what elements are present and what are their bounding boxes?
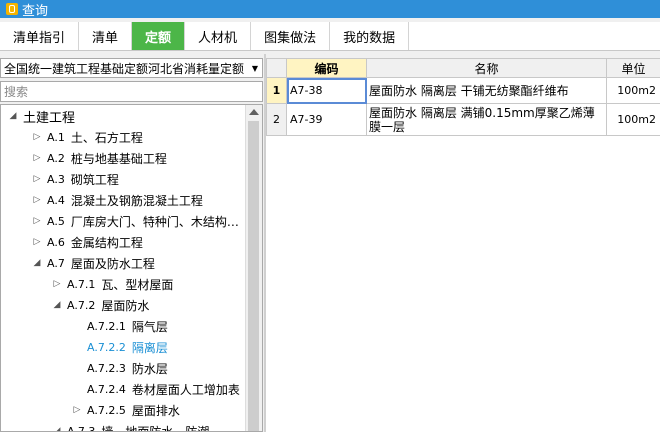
triangle-down-icon[interactable]: ◢: [51, 300, 63, 310]
tree-item-label: 厂库房大门、特种门、木结构…: [70, 214, 239, 229]
tree-item[interactable]: ◢ 土建工程: [7, 106, 75, 126]
tree-item-label: 桩与地基基础工程: [70, 151, 167, 166]
tree-item[interactable]: ▷ A.2 桩与地基基础工程: [31, 148, 167, 168]
tree-item-label: 混凝土及钢筋混凝土工程: [70, 193, 203, 208]
tree-item-label: 卷材屋面人工增加表: [131, 382, 240, 397]
search-input[interactable]: [0, 81, 263, 102]
tree-item-code: A.3: [47, 172, 65, 186]
unit-cell[interactable]: 100m2: [606, 77, 660, 104]
tree-item-label: 金属结构工程: [70, 235, 143, 250]
tree-item[interactable]: ▷ A.3 砌筑工程: [31, 169, 119, 189]
row-number-header: [266, 58, 287, 78]
triangle-right-icon[interactable]: ▷: [31, 216, 43, 226]
row-number: 2: [266, 103, 287, 136]
tree-item-code: A.7.2.4: [87, 382, 126, 396]
left-panel: 全国统一建筑工程基础定额河北省消耗量定额 ▼ ◢ 土建工程 ▷ A.1 土、石方工程 ▷ A…: [0, 54, 264, 432]
tree-item[interactable]: ▷ A.4 混凝土及钢筋混凝土工程: [31, 190, 203, 210]
triangle-down-icon[interactable]: ◢: [7, 111, 19, 121]
row-number: 1: [266, 77, 287, 104]
triangle-right-icon[interactable]: ▷: [51, 279, 63, 289]
tree-item-code: A.1: [47, 130, 65, 144]
tree-item-code: A.7.2.5: [87, 403, 126, 417]
tab-label: 定额: [145, 30, 172, 46]
tree-item[interactable]: A.7.2.4 卷材屋面人工增加表: [71, 379, 240, 399]
tree-item[interactable]: ▷ A.1 土、石方工程: [31, 127, 143, 147]
triangle-right-icon[interactable]: ▷: [31, 153, 43, 163]
triangle-right-icon[interactable]: ▷: [31, 174, 43, 184]
tree-item-label: 土建工程: [23, 110, 76, 126]
table-row[interactable]: 1 A7-38 屋面防水 隔离层 干铺无纺聚酯纤维布 100m2: [266, 77, 660, 104]
triangle-down-icon[interactable]: ◢: [31, 258, 43, 268]
quota-grid: 编码 名称 单位 1 A7-38 屋面防水 隔离层 干铺无纺聚酯纤维布 100m…: [266, 58, 660, 432]
tree-item-label: 屋面排水: [131, 403, 180, 418]
tree-scrollbar[interactable]: [245, 105, 262, 431]
tree-item[interactable]: ◢ A.7 屋面及防水工程: [31, 253, 155, 273]
tree-item[interactable]: A.7.2.2 隔离层: [71, 337, 168, 357]
quota-library-select[interactable]: 全国统一建筑工程基础定额河北省消耗量定额 ▼: [0, 58, 263, 78]
unit-cell[interactable]: 100m2: [606, 103, 660, 136]
name-cell[interactable]: 屋面防水 隔离层 干铺无纺聚酯纤维布: [366, 77, 607, 104]
tab-label: 清单指引: [13, 30, 66, 46]
name-column-header[interactable]: 名称: [366, 58, 607, 78]
tree-item-label: 瓦、型材屋面: [101, 277, 174, 292]
tree-item-label: 屋面及防水工程: [70, 256, 155, 271]
tree-item-code: A.7: [47, 256, 65, 270]
tree-item-code: A.4: [47, 193, 65, 207]
tab-qingdan-zhiyin[interactable]: 清单指引: [0, 22, 80, 50]
tree-item-label: 屋面防水: [101, 298, 150, 313]
tab-label: 人材机: [198, 30, 238, 46]
tab-label: 图集做法: [264, 30, 317, 46]
triangle-down-icon[interactable]: ◢: [51, 426, 63, 431]
tree-item[interactable]: ▷ A.5 厂库房大门、特种门、木结构…: [31, 211, 239, 231]
tab-bar: 清单指引 清单 定额 人材机 图集做法 我的数据: [0, 22, 660, 51]
table-row[interactable]: 2 A7-39 屋面防水 隔离层 满铺0.15mm厚聚乙烯薄膜一层 100m2: [266, 103, 660, 136]
tree-item-label: 隔离层: [131, 340, 168, 355]
tree-item[interactable]: ◢ A.7.2 屋面防水: [51, 295, 150, 315]
quota-library-value: 全国统一建筑工程基础定额河北省消耗量定额: [4, 61, 245, 76]
chapter-tree: ◢ 土建工程 ▷ A.1 土、石方工程 ▷ A.2 桩与地基基础工程 ▷ A.3 砌筑工程 ▷ A.4 混…: [0, 104, 263, 432]
unit-column-header[interactable]: 单位: [606, 58, 660, 78]
tree-item-label: 墙、地面防水、防潮: [101, 424, 210, 432]
code-cell[interactable]: A7-39: [286, 103, 367, 136]
name-cell[interactable]: 屋面防水 隔离层 满铺0.15mm厚聚乙烯薄膜一层: [366, 103, 607, 136]
tree-item-label: 隔气层: [131, 319, 168, 334]
tree-item[interactable]: ▷ A.7.2.5 屋面排水: [71, 400, 180, 420]
tree-item-code: A.5: [47, 214, 65, 228]
tree-item-code: A.7.2.2: [87, 340, 126, 354]
tree-item-code: A.7.2.1: [87, 319, 126, 333]
tree-item-code: A.7.2: [67, 298, 96, 312]
tab-label: 我的数据: [343, 30, 396, 46]
tab-label: 清单: [92, 30, 119, 46]
tree-item-code: A.7.1: [67, 277, 96, 291]
code-cell[interactable]: A7-38: [286, 77, 367, 104]
tree-item-label: 砌筑工程: [70, 172, 119, 187]
tree-item[interactable]: ▷ A.6 金属结构工程: [31, 232, 143, 252]
tree-item[interactable]: ▷ A.7.1 瓦、型材屋面: [51, 274, 174, 294]
tree-item-code: A.7.3: [67, 424, 96, 432]
search-app-icon: [6, 3, 18, 15]
window-title: 查询: [22, 3, 49, 19]
scrollbar-thumb[interactable]: [248, 121, 259, 431]
tree-item[interactable]: ◢ A.7.3 墙、地面防水、防潮: [51, 421, 210, 432]
code-column-header[interactable]: 编码: [286, 58, 367, 78]
window-titlebar: 查询: [0, 0, 660, 19]
triangle-right-icon[interactable]: ▷: [31, 132, 43, 142]
tab-tuji-zuofa[interactable]: 图集做法: [251, 22, 331, 50]
tree-item[interactable]: A.7.2.3 防水层: [71, 358, 168, 378]
tree-item-code: A.2: [47, 151, 65, 165]
triangle-right-icon[interactable]: ▷: [71, 405, 83, 415]
tree-item-label: 防水层: [131, 361, 168, 376]
tab-dinge[interactable]: 定额: [132, 22, 186, 50]
tab-wode-shuju[interactable]: 我的数据: [330, 22, 410, 50]
tree-item-code: A.7.2.3: [87, 361, 126, 375]
scroll-up-arrow-icon[interactable]: [249, 109, 259, 115]
tree-item-label: 土、石方工程: [70, 130, 143, 145]
tree-item[interactable]: A.7.2.1 隔气层: [71, 316, 168, 336]
tab-qingdan[interactable]: 清单: [79, 22, 133, 50]
tree-item-code: A.6: [47, 235, 65, 249]
triangle-right-icon[interactable]: ▷: [31, 237, 43, 247]
chevron-down-icon[interactable]: ▼: [248, 59, 262, 77]
triangle-right-icon[interactable]: ▷: [31, 195, 43, 205]
tab-rencaiji[interactable]: 人材机: [185, 22, 252, 50]
